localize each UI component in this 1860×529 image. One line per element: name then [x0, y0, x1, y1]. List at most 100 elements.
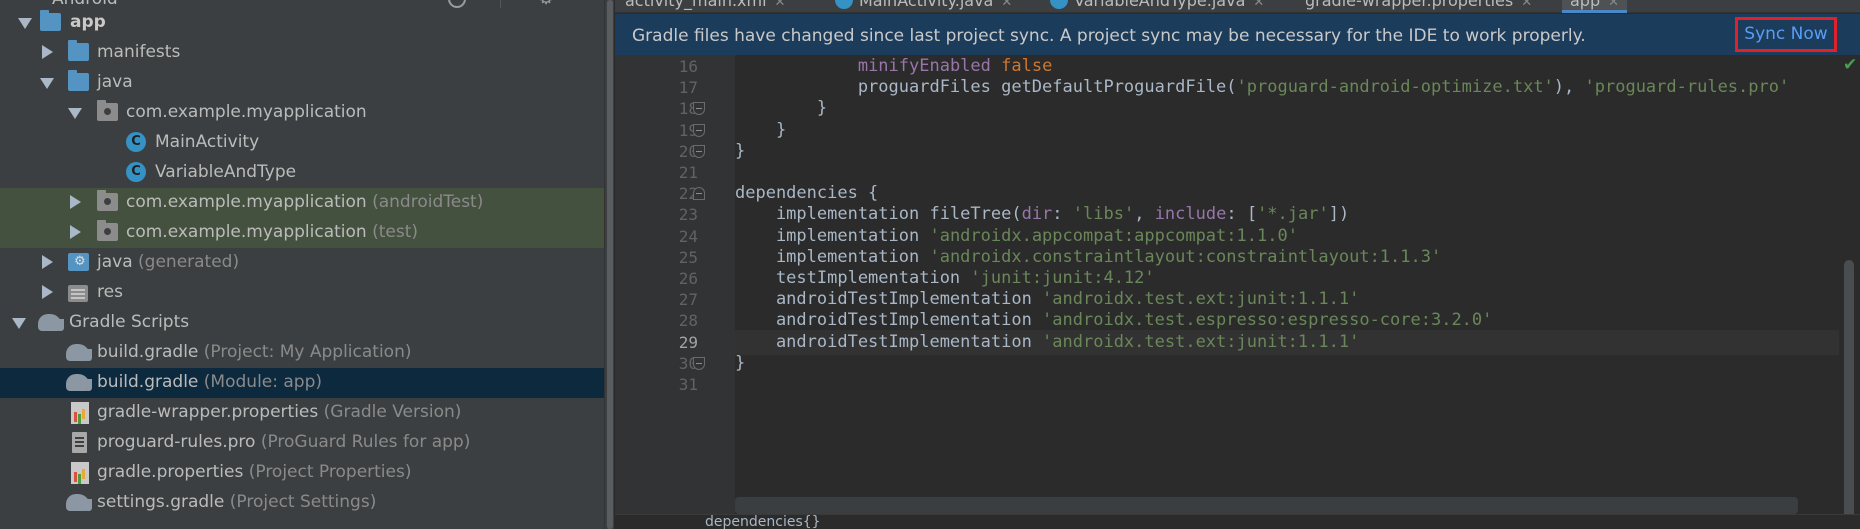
tree-item-gradle-properties[interactable]: gradle.properties (Project Properties) — [0, 458, 604, 488]
collapse-arrow-icon[interactable] — [68, 108, 82, 119]
code-token: 'androidx.test.ext:junit:1.1.1' — [1042, 331, 1360, 352]
collapse-arrow-icon[interactable] — [18, 18, 32, 29]
sync-now-link[interactable]: Sync Now — [1735, 17, 1837, 52]
line-number: 17 — [678, 78, 698, 98]
fold-marker-icon[interactable] — [693, 123, 705, 137]
package-icon — [97, 190, 118, 211]
tree-item-variableandtype[interactable]: C VariableAndType — [0, 158, 604, 188]
checkmark-icon: ✔ — [1843, 55, 1858, 75]
tab-mainactivity-java[interactable]: MainActivity.java ✕ — [835, 0, 1012, 13]
code-token: } — [735, 140, 746, 161]
tree-item-label: settings.gradle (Project Settings) — [97, 492, 377, 512]
gradle-icon — [66, 344, 92, 361]
line-number: 28 — [678, 311, 698, 331]
breadcrumb[interactable]: dependencies{} — [705, 515, 821, 529]
tab-activity-main-xml[interactable]: activity_main.xml ✕ — [625, 0, 785, 13]
expand-arrow-icon[interactable] — [42, 255, 53, 269]
code-token: } — [735, 119, 787, 140]
tree-item-label: VariableAndType — [155, 162, 297, 182]
close-icon[interactable]: ✕ — [1521, 0, 1532, 10]
tree-item-label: MainActivity — [155, 132, 260, 152]
code-token: 'androidx.constraintlayout:constraintlay… — [929, 246, 1442, 267]
divider — [500, 0, 501, 8]
code-token: 'androidx.test.ext:junit:1.1.1' — [1042, 289, 1360, 310]
fold-marker-icon[interactable] — [693, 144, 705, 158]
tree-item-build-gradle-project[interactable]: build.gradle (Project: My Application) — [0, 338, 604, 368]
close-icon[interactable]: ✕ — [1608, 0, 1619, 10]
line-number: 18 — [678, 99, 698, 119]
locate-icon[interactable] — [448, 0, 466, 8]
tree-item-java[interactable]: java — [0, 68, 604, 98]
tab-variableandtype-java[interactable]: VariableAndType.java ✕ — [1050, 0, 1264, 13]
code-token: : [ — [1226, 204, 1258, 225]
breadcrumb-bar: dependencies{} — [615, 514, 1860, 529]
tree-item-java-generated[interactable]: java (generated) — [0, 248, 604, 278]
tree-item-gradle-scripts[interactable]: Gradle Scripts — [0, 308, 604, 338]
expand-arrow-icon[interactable] — [70, 225, 81, 239]
tree-item-package[interactable]: com.example.myapplication — [0, 98, 604, 128]
fold-marker-icon[interactable] — [693, 187, 705, 201]
code-token: } — [735, 98, 828, 119]
code-area[interactable]: minifyEnabled false proguardFiles getDef… — [735, 55, 1860, 529]
folder-icon — [68, 40, 89, 61]
close-icon[interactable]: ✕ — [1253, 0, 1264, 10]
project-scrollbar[interactable] — [604, 0, 614, 529]
tree-item-package-androidtest[interactable]: com.example.myapplication (androidTest) — [0, 188, 604, 218]
line-number: 30 — [678, 353, 698, 373]
code-token: 'junit:junit:4.12' — [970, 268, 1155, 288]
tree-item-build-gradle-module[interactable]: build.gradle (Module: app) — [0, 368, 604, 398]
close-icon[interactable]: ✕ — [1001, 0, 1012, 10]
collapse-arrow-icon[interactable] — [40, 78, 54, 89]
generated-folder-icon — [68, 253, 89, 271]
tree-item-settings-gradle[interactable]: settings.gradle (Project Settings) — [0, 488, 604, 518]
collapse-arrow-icon[interactable] — [12, 318, 26, 329]
class-icon — [835, 0, 853, 9]
code-token: } — [735, 352, 746, 373]
tree-item-manifests[interactable]: manifests — [0, 38, 604, 68]
expand-arrow-icon[interactable] — [42, 285, 53, 299]
code-token: 'androidx.appcompat:appcompat:1.1.0' — [929, 225, 1298, 246]
code-token: ]) — [1328, 204, 1350, 225]
sync-notification-message: Gradle files have changed since last pro… — [632, 26, 1586, 46]
code-token: dir — [1021, 204, 1053, 225]
fold-marker-icon[interactable] — [693, 102, 705, 116]
code-token: androidTestImplementation — [735, 331, 1043, 352]
tree-item-package-test[interactable]: com.example.myapplication (test) — [0, 218, 604, 248]
expand-arrow-icon[interactable] — [42, 45, 53, 59]
close-icon[interactable]: ✕ — [775, 0, 786, 10]
expand-arrow-icon[interactable] — [70, 195, 81, 209]
editor-horizontal-scrollbar[interactable] — [735, 497, 1798, 514]
editor-vertical-scrollbar[interactable]: ✔ — [1839, 55, 1860, 529]
tree-item-label: com.example.myapplication (test) — [126, 222, 419, 242]
line-number-gutter: 16 17 18 19 20 21 22 23 24 25 26 27 28 29 30 31 — [615, 55, 735, 529]
line-number: 21 — [678, 163, 698, 182]
scrollbar-thumb[interactable] — [1844, 260, 1854, 529]
chevron-down-icon[interactable]: ▾ — [128, 0, 135, 3]
code-token: ), — [1553, 77, 1585, 98]
scrollbar-thumb[interactable] — [607, 0, 613, 529]
tree-item-label: proguard-rules.pro (ProGuard Rules for a… — [97, 432, 471, 452]
tree-item-label: gradle-wrapper.properties (Gradle Versio… — [97, 402, 462, 422]
tree-item-gradle-wrapper-properties[interactable]: gradle-wrapper.properties (Gradle Versio… — [0, 398, 604, 428]
tab-app-build-gradle[interactable]: app ✕ — [1562, 0, 1628, 13]
tree-item-label: gradle.properties (Project Properties) — [97, 462, 412, 482]
tree-item-res[interactable]: res — [0, 278, 604, 308]
tab-gradle-wrapper-properties[interactable]: gradle-wrapper.properties ✕ — [1305, 0, 1532, 13]
line-number: 16 — [678, 57, 698, 76]
tree-item-proguard-rules[interactable]: proguard-rules.pro (ProGuard Rules for a… — [0, 428, 604, 458]
code-token: dependencies { — [735, 183, 879, 204]
tree-item-app[interactable]: app — [0, 8, 604, 38]
line-number: 24 — [678, 226, 698, 246]
code-token: '*.jar' — [1257, 204, 1329, 225]
fold-marker-icon[interactable] — [693, 356, 705, 370]
code-token: testImplementation — [735, 268, 971, 288]
properties-icon — [71, 462, 89, 484]
code-line[interactable] — [735, 372, 1860, 397]
tree-item-label: app — [70, 12, 106, 32]
tree-item-mainactivity[interactable]: C MainActivity — [0, 128, 604, 158]
code-token: androidTestImplementation — [735, 310, 1043, 331]
code-token: 'libs' — [1072, 204, 1135, 225]
code-token: implementation fileTree( — [735, 204, 1022, 225]
